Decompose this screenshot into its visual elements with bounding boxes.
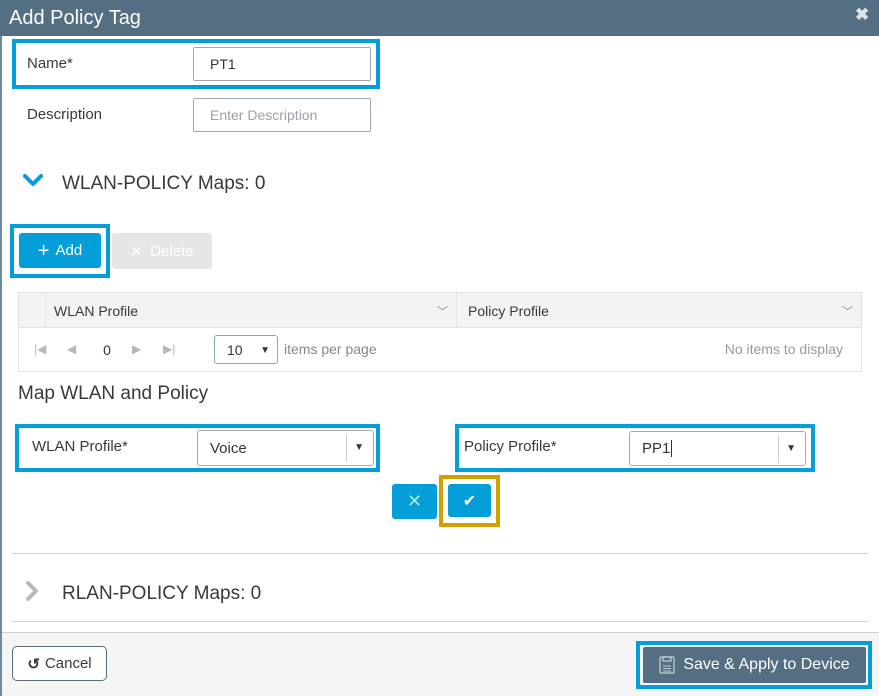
caret-down-icon[interactable]: ▼ — [354, 442, 364, 453]
select-separator — [346, 434, 347, 462]
name-input-value: PT1 — [210, 56, 236, 72]
page-size-value: 10 — [227, 341, 243, 358]
chevron-down-icon[interactable] — [22, 172, 44, 188]
policy-profile-select[interactable]: PP1 ▼ — [629, 431, 806, 466]
section-divider — [12, 621, 868, 622]
caret-down-icon: ▼ — [260, 345, 270, 356]
dialog-titlebar: Add Policy Tag ✖ — [0, 0, 879, 36]
policy-profile-label: Policy Profile* — [464, 438, 557, 455]
save-apply-button[interactable]: Save & Apply to Device — [643, 647, 866, 683]
last-page-icon[interactable]: ▶| — [163, 342, 175, 356]
description-placeholder: Enter Description — [210, 107, 318, 123]
delete-x-icon: ✕ — [130, 242, 143, 259]
chevron-right-icon[interactable] — [24, 580, 40, 602]
delete-button-label: Delete — [150, 242, 194, 260]
add-button-label: Add — [55, 242, 83, 259]
cancel-button[interactable]: ↺ Cancel — [12, 646, 107, 681]
previous-page-icon[interactable]: ◀ — [67, 342, 76, 356]
dialog-left-border — [0, 36, 2, 696]
empty-message: No items to display — [724, 341, 843, 357]
rlan-policy-section-title[interactable]: RLAN-POLICY Maps: 0 — [62, 583, 261, 605]
description-input[interactable]: Enter Description — [193, 98, 371, 132]
wlan-profile-select[interactable]: Voice ▼ — [197, 430, 374, 466]
policy-profile-value: PP1 — [642, 440, 671, 457]
plus-icon: + — [37, 239, 50, 262]
checkmark-icon: ✔ — [462, 492, 477, 510]
name-input[interactable]: PT1 — [193, 47, 371, 81]
caret-down-icon[interactable]: ▼ — [786, 443, 796, 454]
cancel-button-label: Cancel — [44, 655, 92, 672]
column-title-policy-profile: Policy Profile — [468, 302, 549, 319]
map-section-title: Map WLAN and Policy — [18, 383, 209, 404]
dialog-title: Add Policy Tag — [9, 7, 141, 29]
section-divider — [12, 553, 868, 554]
first-page-icon[interactable]: |◀ — [34, 342, 46, 356]
text-cursor — [671, 440, 673, 457]
wlan-profile-label: WLAN Profile* — [32, 438, 128, 455]
delete-button[interactable]: ✕ Delete — [112, 233, 212, 269]
select-separator — [778, 435, 779, 463]
cancel-mapping-button[interactable]: ✕ — [392, 484, 437, 519]
column-menu-icon[interactable]: ﹀ — [437, 303, 448, 319]
close-icon: ✕ — [406, 491, 423, 511]
page-number[interactable]: 0 — [91, 333, 123, 367]
grid-header: WLAN Profile ﹀ Policy Profile ﹀ — [19, 293, 861, 328]
description-label: Description — [27, 106, 103, 123]
save-file-icon — [659, 656, 675, 674]
select-column — [19, 293, 46, 328]
name-label: Name* — [27, 55, 73, 72]
next-page-icon[interactable]: ▶ — [132, 342, 141, 356]
wlan-profile-value: Voice — [210, 439, 247, 457]
column-menu-icon[interactable]: ﹀ — [842, 303, 853, 319]
wlan-policy-section-title[interactable]: WLAN-POLICY Maps: 0 — [62, 173, 265, 195]
save-apply-label: Save & Apply to Device — [683, 656, 850, 673]
undo-icon: ↺ — [27, 655, 40, 673]
column-title-wlan-profile: WLAN Profile — [54, 302, 139, 319]
wlan-policy-grid: WLAN Profile ﹀ Policy Profile ﹀ |◀ ◀ 0 ▶… — [18, 292, 862, 372]
confirm-mapping-button[interactable]: ✔ — [448, 484, 491, 517]
column-header-wlan-profile[interactable]: WLAN Profile ﹀ — [47, 293, 457, 328]
page-size-select[interactable]: 10 ▼ — [214, 335, 278, 364]
add-button[interactable]: + Add — [19, 233, 101, 268]
items-per-page-label: items per page — [284, 341, 377, 357]
close-icon[interactable]: ✖ — [855, 6, 869, 23]
column-header-policy-profile[interactable]: Policy Profile ﹀ — [458, 293, 861, 328]
grid-pager: |◀ ◀ 0 ▶ ▶| 10 ▼ items per page No items… — [19, 329, 861, 371]
